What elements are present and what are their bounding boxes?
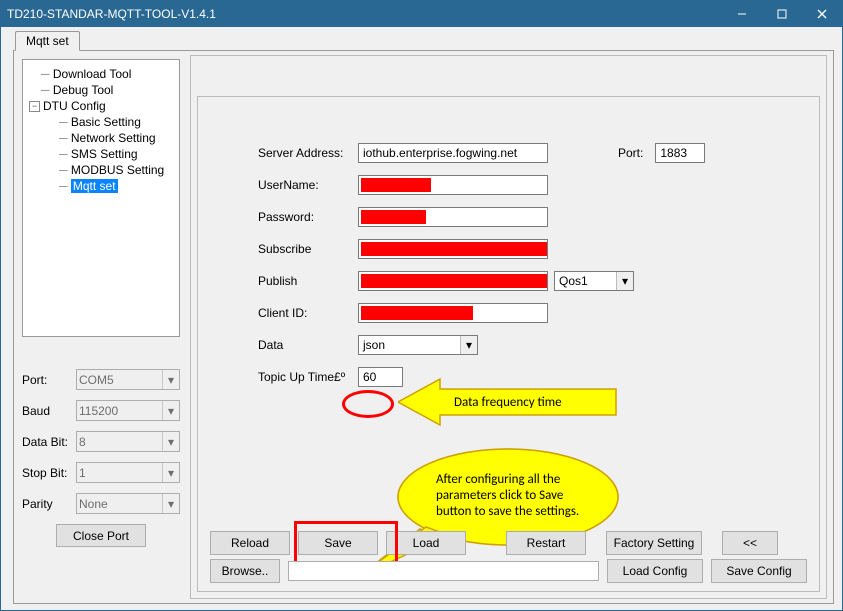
tab-header: Mqtt set	[15, 31, 80, 51]
back-button[interactable]: <<	[722, 531, 778, 555]
load-button[interactable]: Load	[386, 531, 466, 555]
reload-button[interactable]: Reload	[210, 531, 290, 555]
parity-label: Parity	[22, 497, 76, 511]
tab-mqtt-set[interactable]: Mqtt set	[15, 31, 80, 51]
collapse-icon[interactable]: −	[29, 101, 40, 112]
mqtt-form: Server Address: Port: UserName: Password…	[258, 143, 809, 399]
tree-item-sms[interactable]: ─ SMS Setting	[59, 146, 175, 162]
close-button[interactable]	[802, 1, 842, 27]
parity-combo[interactable]: None▾	[76, 493, 180, 514]
window-title: TD210-STANDAR-MQTT-TOOL-V1.4.1	[7, 7, 722, 21]
chevron-down-icon: ▾	[162, 370, 179, 389]
server-address-input[interactable]	[358, 143, 548, 163]
svg-text:button to save the settings.: button to save the settings.	[436, 504, 579, 519]
port-combo[interactable]: COM5▾	[76, 369, 180, 390]
window-body: Mqtt set ─ Download Tool ─ Debug Tool −D…	[1, 27, 842, 610]
server-port-input[interactable]	[655, 143, 705, 163]
databit-label: Data Bit:	[22, 435, 76, 449]
chevron-down-icon: ▾	[162, 432, 179, 451]
subscribe-input[interactable]	[358, 239, 548, 259]
qos-select[interactable]: Qos1▾	[554, 271, 634, 291]
sidebar: ─ Download Tool ─ Debug Tool −DTU Config…	[22, 59, 180, 595]
server-address-label: Server Address:	[258, 146, 358, 160]
maximize-button[interactable]	[762, 1, 802, 27]
tree-item-modbus[interactable]: ─ MODBUS Setting	[59, 162, 175, 178]
action-buttons: Reload Save Load Restart Factory Setting…	[210, 531, 807, 555]
subscribe-label: Subscribe	[258, 242, 358, 256]
tree-item-download[interactable]: ─ Download Tool	[41, 66, 175, 82]
browse-button[interactable]: Browse..	[210, 559, 280, 583]
username-label: UserName:	[258, 178, 358, 192]
port-label: Port:	[618, 146, 643, 160]
tree-item-debug[interactable]: ─ Debug Tool	[41, 82, 175, 98]
stopbit-combo[interactable]: 1▾	[76, 462, 180, 483]
topic-time-label: Topic Up Time£º	[258, 370, 358, 384]
tree-item-basic[interactable]: ─ Basic Setting	[59, 114, 175, 130]
tree-item-network[interactable]: ─ Network Setting	[59, 130, 175, 146]
chevron-down-icon: ▾	[162, 463, 179, 482]
load-config-button[interactable]: Load Config	[607, 559, 703, 583]
username-input[interactable]	[358, 175, 548, 195]
chevron-down-icon: ▾	[460, 336, 477, 354]
stopbit-label: Stop Bit:	[22, 466, 76, 480]
app-window: TD210-STANDAR-MQTT-TOOL-V1.4.1 Mqtt set …	[0, 0, 843, 611]
tree-item-mqtt[interactable]: ─ Mqtt set	[59, 178, 175, 194]
password-label: Password:	[258, 210, 358, 224]
data-format-select[interactable]: json▾	[358, 335, 478, 355]
save-button[interactable]: Save	[298, 531, 378, 555]
svg-text:After configuring all the: After configuring all the	[436, 472, 560, 487]
publish-label: Publish	[258, 274, 358, 288]
baud-label: Baud	[22, 404, 76, 418]
chevron-down-icon: ▾	[162, 494, 179, 513]
chevron-down-icon: ▾	[616, 272, 633, 290]
config-buttons: Browse.. Load Config Save Config	[210, 559, 807, 583]
titlebar: TD210-STANDAR-MQTT-TOOL-V1.4.1	[1, 1, 842, 27]
main-panel: Server Address: Port: UserName: Password…	[190, 55, 827, 599]
tab-frame: ─ Download Tool ─ Debug Tool −DTU Config…	[13, 50, 834, 604]
minimize-button[interactable]	[722, 1, 762, 27]
topic-time-input[interactable]	[358, 367, 403, 387]
publish-input[interactable]	[358, 271, 548, 291]
baud-combo[interactable]: 115200▾	[76, 400, 180, 421]
clientid-label: Client ID:	[258, 306, 358, 320]
password-input[interactable]	[358, 207, 548, 227]
databit-combo[interactable]: 8▾	[76, 431, 180, 452]
svg-text:parameters click to Save: parameters click to Save	[436, 488, 563, 503]
annotation-arrow-text: Data frequency time	[454, 395, 562, 410]
port-label: Port:	[22, 373, 76, 387]
save-config-button[interactable]: Save Config	[711, 559, 807, 583]
chevron-down-icon: ▾	[162, 401, 179, 420]
tree-item-dtuconfig[interactable]: −DTU Config	[29, 98, 175, 114]
annotation-arrow: Data frequency time	[398, 375, 618, 429]
close-port-button[interactable]: Close Port	[56, 524, 146, 547]
inner-panel: Server Address: Port: UserName: Password…	[197, 96, 820, 592]
path-input[interactable]	[288, 561, 599, 581]
clientid-input[interactable]	[358, 303, 548, 323]
nav-tree[interactable]: ─ Download Tool ─ Debug Tool −DTU Config…	[22, 59, 180, 337]
serial-settings: Port: COM5▾ Baud 115200▾ Data Bit: 8▾ St…	[22, 369, 180, 547]
factory-setting-button[interactable]: Factory Setting	[606, 531, 702, 555]
restart-button[interactable]: Restart	[506, 531, 586, 555]
data-format-label: Data	[258, 338, 358, 352]
